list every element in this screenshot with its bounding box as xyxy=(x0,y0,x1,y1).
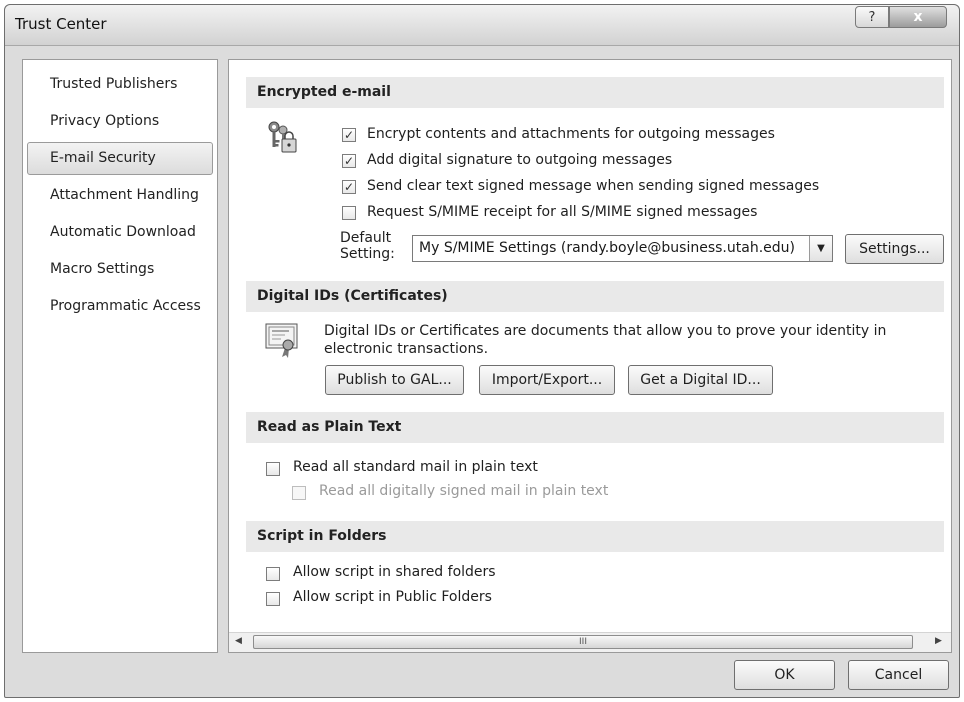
default-setting-value: My S/MIME Settings (randy.boyle@business… xyxy=(419,240,795,256)
script-public-folders-label: Allow script in Public Folders xyxy=(293,589,492,605)
help-button[interactable]: ? xyxy=(855,6,889,28)
close-icon: x xyxy=(913,9,923,25)
plain-text-header: Read as Plain Text xyxy=(246,412,944,443)
import-export-button[interactable]: Import/Export... xyxy=(479,365,615,395)
settings-panel: Encrypted e-mail ✓ Encrypt contents and … xyxy=(228,59,952,653)
smime-receipt-label: Request S/MIME receipt for all S/MIME si… xyxy=(367,204,758,220)
clear-text-signed-label: Send clear text signed message when send… xyxy=(367,178,820,194)
settings-button[interactable]: Settings... xyxy=(845,234,944,264)
digital-ids-description-line1: Digital IDs or Certificates are document… xyxy=(324,323,887,339)
script-shared-folders-checkbox[interactable] xyxy=(266,567,280,581)
default-setting-label-line2: Setting: xyxy=(340,246,395,262)
sidebar-item-email-security[interactable]: E-mail Security xyxy=(27,142,213,175)
read-signed-plain-text-checkbox[interactable] xyxy=(292,486,306,500)
scrollbar-thumb[interactable]: III xyxy=(253,635,913,649)
category-list: Trusted Publishers Privacy Options E-mai… xyxy=(22,59,218,653)
scrollbar-grip-icon: III xyxy=(579,637,587,647)
scroll-left-icon[interactable]: ◀ xyxy=(235,636,242,646)
sidebar-item-programmatic-access[interactable]: Programmatic Access xyxy=(27,290,213,323)
cancel-button[interactable]: Cancel xyxy=(848,660,949,690)
sidebar-item-attachment-handling[interactable]: Attachment Handling xyxy=(27,179,213,212)
scroll-right-icon[interactable]: ▶ xyxy=(935,636,942,646)
get-digital-id-button[interactable]: Get a Digital ID... xyxy=(628,365,773,395)
read-signed-plain-text-label: Read all digitally signed mail in plain … xyxy=(319,483,609,499)
certificate-icon xyxy=(265,322,299,358)
script-shared-folders-label: Allow script in shared folders xyxy=(293,564,496,580)
add-signature-checkbox[interactable]: ✓ xyxy=(342,154,356,168)
sidebar-item-automatic-download[interactable]: Automatic Download xyxy=(27,216,213,249)
close-button[interactable]: x xyxy=(889,6,947,28)
title-bar: Trust Center ? x xyxy=(5,5,959,46)
encrypted-email-header: Encrypted e-mail xyxy=(246,77,944,108)
help-icon: ? xyxy=(868,9,876,25)
ok-button[interactable]: OK xyxy=(734,660,835,690)
script-public-folders-checkbox[interactable] xyxy=(266,592,280,606)
smime-receipt-checkbox[interactable] xyxy=(342,206,356,220)
digital-ids-description-line2: electronic transactions. xyxy=(324,341,489,357)
sidebar-item-trusted-publishers[interactable]: Trusted Publishers xyxy=(27,68,213,101)
encrypt-contents-label: Encrypt contents and attachments for out… xyxy=(367,126,775,142)
add-signature-label: Add digital signature to outgoing messag… xyxy=(367,152,673,168)
default-setting-label-line1: Default xyxy=(340,230,392,246)
encrypt-contents-checkbox[interactable]: ✓ xyxy=(342,128,356,142)
trust-center-dialog: Trust Center ? x Trusted Publishers Priv… xyxy=(4,4,960,698)
encryption-keys-icon xyxy=(265,120,299,154)
default-setting-dropdown[interactable]: My S/MIME Settings (randy.boyle@business… xyxy=(412,235,833,262)
digital-ids-header: Digital IDs (Certificates) xyxy=(246,281,944,312)
chevron-down-icon[interactable]: ▼ xyxy=(809,236,832,261)
read-plain-text-label: Read all standard mail in plain text xyxy=(293,459,538,475)
clear-text-signed-checkbox[interactable]: ✓ xyxy=(342,180,356,194)
sidebar-item-privacy-options[interactable]: Privacy Options xyxy=(27,105,213,138)
window-title: Trust Center xyxy=(15,15,107,33)
horizontal-scrollbar[interactable]: ◀ III ▶ xyxy=(229,632,951,652)
sidebar-item-macro-settings[interactable]: Macro Settings xyxy=(27,253,213,286)
script-folders-header: Script in Folders xyxy=(246,521,944,552)
publish-to-gal-button[interactable]: Publish to GAL... xyxy=(325,365,464,395)
read-plain-text-checkbox[interactable] xyxy=(266,462,280,476)
